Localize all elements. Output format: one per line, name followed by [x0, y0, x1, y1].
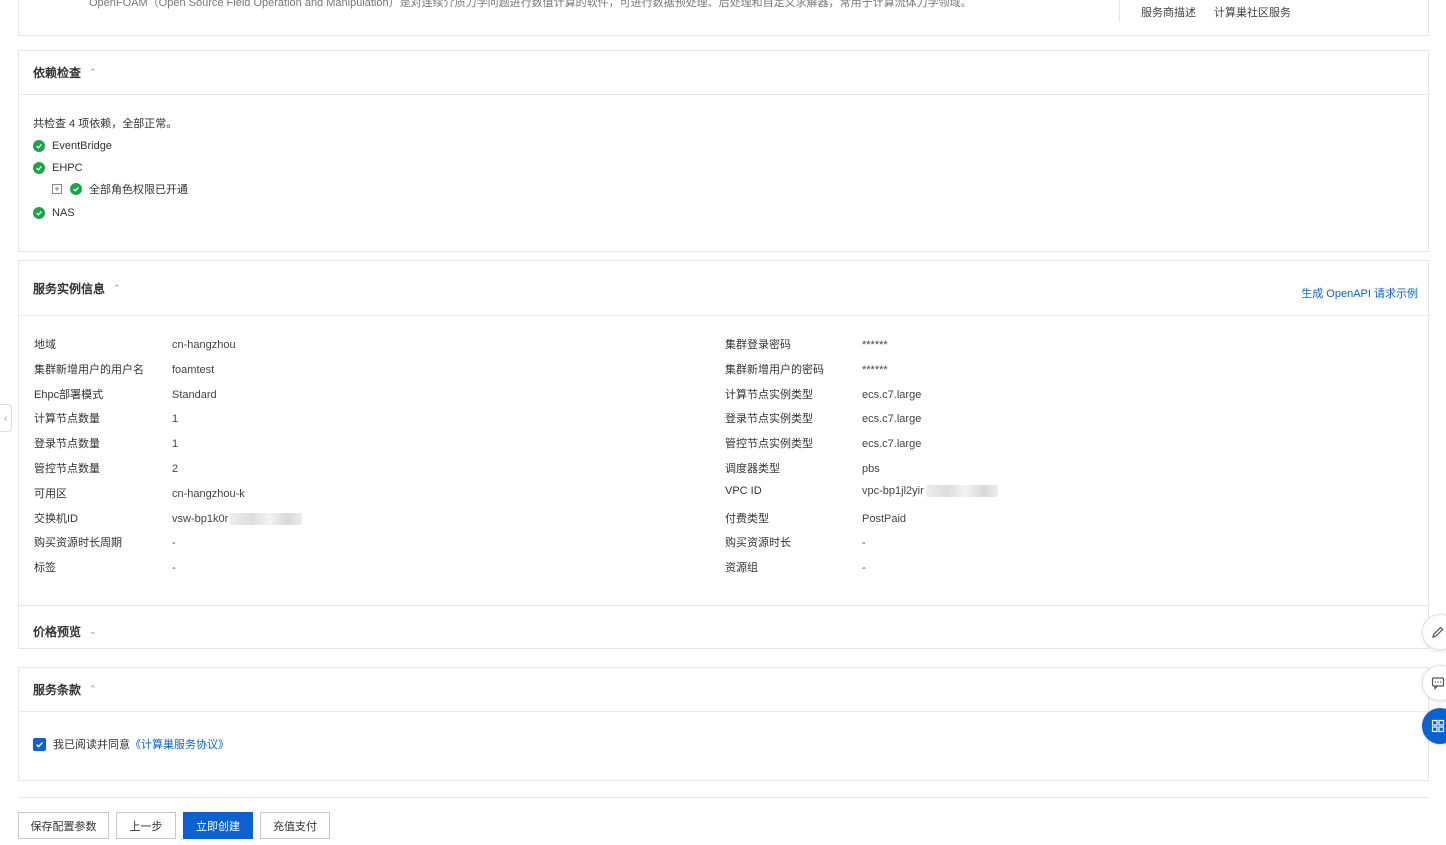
- dependency-item-label: EventBridge: [52, 140, 112, 152]
- kv-payment-type: 付费类型 PostPaid: [725, 513, 907, 525]
- agree-text: 我已阅读并同意: [53, 739, 130, 751]
- overview-divider: [1119, 0, 1120, 22]
- kv-compute-instance-type: 计算节点实例类型 ecs.c7.large: [725, 389, 922, 401]
- kv-manager-instance-type: 管控节点实例类型 ecs.c7.large: [725, 438, 922, 450]
- collapse-left-handle[interactable]: ‹: [0, 404, 12, 432]
- chevron-up-icon[interactable]: ⌃: [113, 283, 121, 293]
- dependency-subitem-roles: + 全部角色权限已开通: [52, 181, 188, 197]
- kv-manager-count: 管控节点数量 2: [34, 463, 179, 475]
- grid-icon: [1431, 719, 1445, 733]
- chevron-up-icon[interactable]: ⌃: [89, 685, 97, 694]
- service-description: OpenFOAM（Open Source Field Operation and…: [89, 0, 972, 9]
- save-config-button[interactable]: 保存配置参数: [18, 812, 109, 839]
- check-circle-icon: [33, 140, 45, 152]
- dependency-item-label: 全部角色权限已开通: [89, 184, 188, 196]
- kv-vswitch-id: 交换机ID vsw-bp1k0r: [34, 510, 303, 526]
- create-now-button[interactable]: 立即创建: [183, 812, 253, 839]
- dependency-item-ehpc: EHPC: [33, 162, 83, 174]
- price-preview-title: 价格预览: [33, 624, 82, 639]
- kv-region: 地域 cn-hangzhou: [34, 339, 236, 351]
- kv-compute-count: 计算节点数量 1: [34, 413, 179, 425]
- kv-scheduler-type: 调度器类型 pbs: [725, 463, 880, 475]
- dependency-item-label: NAS: [52, 207, 75, 219]
- dependency-check-title: 依赖检查: [33, 66, 82, 80]
- price-preview-header[interactable]: 价格预览 ⌄: [19, 606, 1428, 656]
- chevron-up-icon[interactable]: ⌃: [89, 68, 97, 77]
- terms-agreement-row: 我已阅读并同意 《计算巢服务协议》: [33, 736, 229, 752]
- check-circle-icon: [33, 207, 45, 219]
- previous-step-button[interactable]: 上一步: [116, 812, 176, 839]
- dependency-item-label: EHPC: [52, 162, 83, 174]
- agree-terms-checkbox[interactable]: [33, 737, 46, 751]
- redacted-value: [230, 513, 303, 526]
- dependency-check-card: 依赖检查 ⌃ 共检查 4 项依赖，全部正常。 EventBridge EHPC …: [18, 50, 1429, 252]
- dependency-item-nas: NAS: [33, 207, 75, 219]
- kv-login-instance-type: 登录节点实例类型 ecs.c7.large: [725, 413, 922, 425]
- generate-openapi-link[interactable]: 生成 OpenAPI 请求示例: [1301, 285, 1418, 301]
- provider-description-link[interactable]: 服务商描述: [1141, 4, 1196, 20]
- service-terms-title: 服务条款: [33, 683, 82, 697]
- chevron-left-icon: ‹: [3, 412, 8, 424]
- kv-resource-group: 资源组 -: [725, 562, 866, 574]
- service-agreement-link[interactable]: 《计算巢服务协议》: [130, 736, 229, 752]
- community-service-link[interactable]: 计算巢社区服务: [1214, 4, 1291, 20]
- kv-tags: 标签 -: [34, 562, 176, 574]
- service-instance-card: 服务实例信息 ⌃ 生成 OpenAPI 请求示例 地域 cn-hangzhou 集…: [18, 260, 1429, 606]
- kv-vpc-id: VPC ID vpc-bp1jl2yir: [725, 485, 998, 498]
- kv-login-count: 登录节点数量 1: [34, 438, 179, 450]
- kv-purchase-period: 购买资源时长周期 -: [34, 537, 176, 549]
- kv-user-password: 集群新增用户的密码 ******: [725, 364, 888, 376]
- overview-links: 服务商描述 计算巢社区服务: [1141, 4, 1291, 20]
- recharge-pay-button[interactable]: 充值支付: [260, 812, 330, 839]
- check-circle-icon: [70, 183, 82, 195]
- kv-zone: 可用区 cn-hangzhou-k: [34, 488, 245, 500]
- kv-username: 集群新增用户的用户名 foamtest: [34, 364, 215, 376]
- service-terms-card: 服务条款 ⌃ 我已阅读并同意 《计算巢服务协议》: [18, 667, 1429, 781]
- dependency-item-eventbridge: EventBridge: [33, 140, 112, 152]
- dependency-summary: 共检查 4 项依赖，全部正常。: [33, 118, 178, 130]
- service-instance-title: 服务实例信息: [33, 281, 106, 296]
- kv-deploy-mode: Ehpc部署模式 Standard: [34, 389, 217, 401]
- dependency-check-header[interactable]: 依赖检查 ⌃: [19, 51, 1428, 95]
- kv-purchase-duration: 购买资源时长 -: [725, 537, 866, 549]
- service-terms-header[interactable]: 服务条款 ⌃: [19, 668, 1428, 712]
- service-overview-card: OpenFOAM（Open Source Field Operation and…: [18, 0, 1429, 36]
- redacted-value: [925, 485, 998, 498]
- expand-plus-icon[interactable]: +: [52, 184, 62, 194]
- footer-divider: [18, 797, 1429, 798]
- pencil-icon: [1432, 626, 1444, 638]
- kv-cluster-password: 集群登录密码 ******: [725, 339, 888, 351]
- chat-icon: [1431, 677, 1445, 690]
- chevron-down-icon[interactable]: ⌄: [89, 626, 97, 636]
- service-instance-header[interactable]: 服务实例信息 ⌃ 生成 OpenAPI 请求示例: [19, 261, 1428, 316]
- check-circle-icon: [33, 162, 45, 174]
- price-preview-card: 价格预览 ⌄: [18, 605, 1429, 649]
